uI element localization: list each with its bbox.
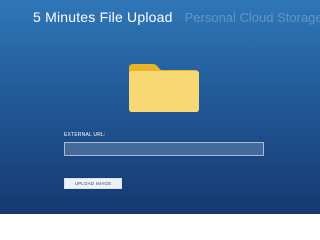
- header: 5 Minutes File Upload Personal Cloud Sto…: [33, 9, 320, 25]
- external-url-input[interactable]: [64, 142, 264, 156]
- app-title: 5 Minutes File Upload: [33, 9, 173, 25]
- app-subtitle: Personal Cloud Storage: [184, 10, 320, 25]
- upload-image-button[interactable]: UPLOAD IMAGE: [64, 178, 122, 189]
- folder-icon[interactable]: [127, 58, 201, 114]
- upload-page: 5 Minutes File Upload Personal Cloud Sto…: [0, 0, 320, 214]
- external-url-label: EXTERNAL URL:: [64, 132, 106, 138]
